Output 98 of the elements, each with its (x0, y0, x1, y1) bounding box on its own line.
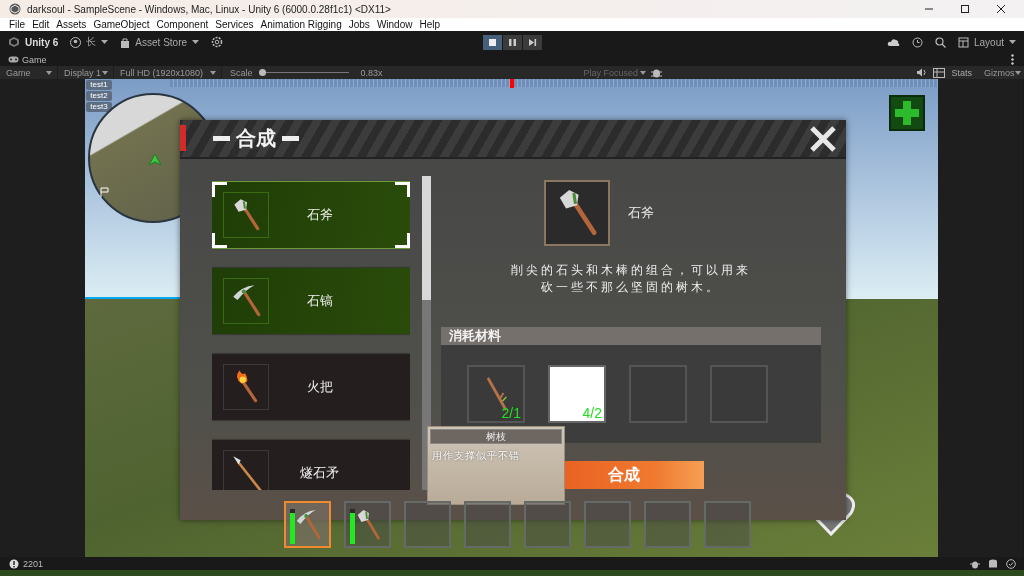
scale-value: 0.83x (360, 67, 383, 78)
caret-icon (640, 70, 647, 75)
item-description: 削尖的石头和木棒的组合，可以用来砍一些不那么坚固的树木。 (510, 262, 752, 296)
caret-icon (1014, 70, 1021, 75)
console-count: 2201 (23, 558, 45, 569)
menu-item[interactable]: Edit (32, 19, 50, 30)
layout-label: Layout (973, 36, 1004, 48)
caret-icon (192, 39, 200, 45)
account-icon (70, 36, 82, 48)
flag-icon (100, 187, 109, 197)
hotbar-slot[interactable] (344, 501, 391, 548)
search-icon (934, 36, 946, 48)
timeline-marker (510, 79, 514, 88)
menu-item[interactable]: Component (156, 19, 209, 30)
menu-item[interactable]: GameObject (93, 19, 150, 30)
grid-icon (933, 67, 946, 78)
unity-logo-icon (9, 3, 21, 15)
scrollbar[interactable] (422, 176, 431, 490)
menu-item[interactable]: File (9, 19, 26, 30)
close-icon (808, 123, 838, 154)
scale-slider[interactable] (258, 69, 349, 76)
bag-icon (120, 36, 131, 48)
caret-icon (1009, 39, 1016, 45)
stop-icon (486, 36, 498, 48)
close-icon (996, 4, 1006, 14)
title-dash (213, 136, 230, 141)
scrollbar-thumb[interactable] (422, 176, 431, 300)
step-icon (526, 36, 538, 48)
menu-item[interactable]: Jobs (348, 19, 370, 30)
plus-icon (894, 100, 920, 126)
debug-button[interactable]: test1 (86, 80, 112, 90)
recipe-item[interactable]: 燧石矛 (212, 440, 410, 490)
layout-dropdown[interactable]: Layout (957, 36, 1016, 48)
selection-corner (395, 182, 410, 197)
add-button[interactable] (889, 95, 925, 131)
recipe-item[interactable]: 火把 (212, 354, 410, 420)
hotbar-slot[interactable] (284, 501, 331, 548)
title-dash (282, 136, 299, 141)
caret-icon (210, 70, 216, 75)
tooltip-text: 用作支撑似乎不错 (432, 449, 521, 463)
unity-button[interactable]: Unity 6 (8, 36, 59, 48)
debug-button[interactable]: test2 (86, 91, 112, 101)
more-options-icon (1011, 54, 1014, 65)
game-tab[interactable]: Game (8, 54, 47, 65)
tab-marker (180, 125, 186, 151)
asset-store-label: Asset Store (135, 36, 188, 48)
resolution-label: Full HD (1920x1080) (120, 67, 204, 78)
product-label: Unity 6 (25, 36, 59, 48)
speaker-icon (916, 68, 928, 77)
caret-icon (46, 70, 52, 75)
menu-item[interactable]: Animation Rigging (260, 19, 342, 30)
account-dropdown[interactable]: 长 (70, 35, 109, 49)
material-slot (710, 365, 768, 423)
menu-item[interactable]: Help (419, 19, 441, 30)
material-slot (629, 365, 687, 423)
materials-heading: 消耗材料 (441, 327, 821, 345)
step-button[interactable] (522, 34, 542, 50)
display-label: Display 1 (64, 67, 101, 78)
selection-corner (395, 233, 410, 248)
caret-icon (101, 39, 109, 45)
menu-item[interactable]: Assets (56, 19, 87, 30)
recipe-item[interactable]: 石镐 (212, 268, 410, 334)
menu-item[interactable]: Window (376, 19, 413, 30)
panel-title: 合成 (236, 126, 276, 151)
material-count: 2/1 (501, 405, 521, 421)
asset-store-dropdown[interactable]: Asset Store (120, 36, 200, 48)
layout-icon (957, 36, 969, 48)
selection-corner (212, 182, 227, 197)
recipe-item[interactable]: 石斧 (212, 182, 410, 248)
gizmos-label: Gizmos (984, 67, 1015, 78)
selection-corner (212, 233, 227, 248)
play-button[interactable] (482, 34, 502, 50)
player-arrow-icon (148, 153, 162, 167)
bug-icon (651, 67, 663, 78)
window-title: darksoul - SampleScene - Windows, Mac, Linux - Unity 6 (6000.0.28f1c1) <DX11> (27, 3, 392, 15)
debug-button[interactable]: test3 (86, 102, 112, 112)
material-count: 4/2 (582, 405, 602, 421)
cloud-icon (886, 37, 900, 47)
account-label: 长 (86, 35, 97, 49)
maximize-icon (960, 4, 970, 14)
caret-icon (102, 70, 108, 75)
scale-label: Scale (230, 67, 253, 78)
slider-thumb[interactable] (259, 69, 267, 76)
menu-item[interactable]: Services (215, 19, 254, 30)
tooltip-title: 树枝 (430, 429, 562, 444)
item-name: 石斧 (628, 204, 654, 222)
stats-button[interactable]: Stats (951, 67, 972, 78)
gizmos-dropdown[interactable]: Gizmos (978, 66, 1024, 79)
view-label: Game (6, 67, 31, 78)
check-circle-icon (1006, 558, 1016, 569)
tab-label: Game (22, 54, 47, 65)
pause-button[interactable] (502, 34, 522, 50)
gamepad-icon (8, 56, 19, 63)
unity-logo-icon (8, 36, 20, 48)
settings-icon (211, 36, 224, 48)
database-icon (988, 558, 998, 569)
pause-icon (506, 36, 518, 48)
history-icon (911, 36, 923, 48)
